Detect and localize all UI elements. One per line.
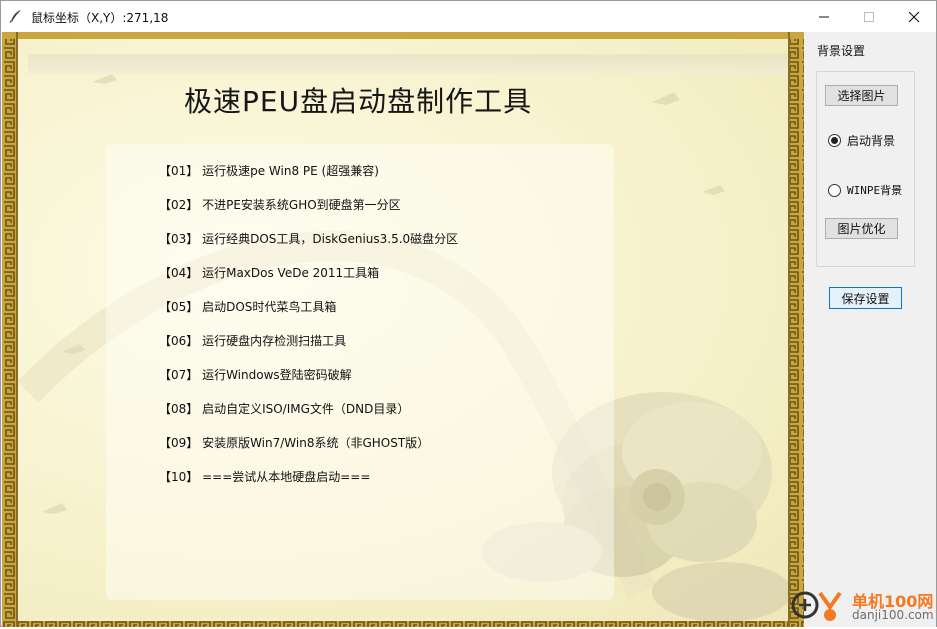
menu-item-06[interactable]: 【06】 运行硬盘内存检测扫描工具	[159, 332, 346, 349]
optimize-image-button[interactable]: 图片优化	[825, 218, 898, 239]
menu-item-04[interactable]: 【04】 运行MaxDos VeDe 2011工具箱	[159, 264, 379, 281]
feather-icon	[9, 10, 21, 23]
minimize-button[interactable]	[801, 1, 847, 32]
close-icon	[908, 11, 920, 22]
menu-item-07[interactable]: 【07】 运行Windows登陆密码破解	[159, 366, 352, 383]
menu-item-10[interactable]: 【10】 ===尝试从本地硬盘启动===	[159, 468, 370, 485]
menu-item-02[interactable]: 【02】 不进PE安装系统GHO到硬盘第一分区	[159, 196, 401, 213]
watermark-url: danji100.com	[852, 608, 934, 622]
close-button[interactable]	[891, 1, 937, 32]
menu-item-08[interactable]: 【08】 启动自定义ISO/IMG文件（DND目录）	[159, 400, 409, 417]
radio-boot-label: 启动背景	[847, 134, 896, 148]
radio-unchecked-icon[interactable]	[828, 183, 841, 197]
greek-key-border	[2, 32, 804, 627]
menu-item-09[interactable]: 【09】 安装原版Win7/Win8系统（非GHOST版）	[159, 434, 429, 451]
maximize-button[interactable]	[846, 1, 892, 32]
app-window: 鼠标坐标（X,Y）:271,18 极速PEU盘启动盘制作工具 【01】 运行极速…	[0, 0, 937, 627]
minimize-icon	[819, 16, 829, 17]
watermark: 单机100网 danji100.com	[790, 585, 936, 625]
radio-checked-icon[interactable]	[828, 134, 841, 147]
title-bar[interactable]: 鼠标坐标（X,Y）:271,18	[1, 1, 936, 32]
settings-panel: 背景设置 选择图片 启动背景 WINPE背景 图片优化 保存设置	[804, 32, 936, 627]
radio-boot-background[interactable]: 启动背景	[828, 132, 895, 149]
radio-winpe-label: WINPE背景	[847, 184, 903, 197]
danji-logo-icon	[791, 591, 842, 621]
boot-menu-title: 极速PEU盘启动盘制作工具	[184, 85, 533, 118]
menu-item-03[interactable]: 【03】 运行经典DOS工具，DiskGenius3.5.0磁盘分区	[159, 230, 458, 247]
radio-winpe-background[interactable]: WINPE背景	[828, 182, 902, 198]
menu-item-05[interactable]: 【05】 启动DOS时代菜鸟工具箱	[159, 298, 336, 315]
select-image-button[interactable]: 选择图片	[825, 85, 898, 106]
background-settings-title: 背景设置	[817, 44, 866, 58]
save-settings-button[interactable]: 保存设置	[829, 287, 902, 309]
window-title: 鼠标坐标（X,Y）:271,18	[31, 11, 169, 25]
menu-item-01[interactable]: 【01】 运行极速pe Win8 PE (超强兼容)	[159, 162, 379, 179]
boot-menu-preview: 极速PEU盘启动盘制作工具 【01】 运行极速pe Win8 PE (超强兼容)…	[2, 32, 804, 627]
maximize-icon	[864, 11, 874, 22]
